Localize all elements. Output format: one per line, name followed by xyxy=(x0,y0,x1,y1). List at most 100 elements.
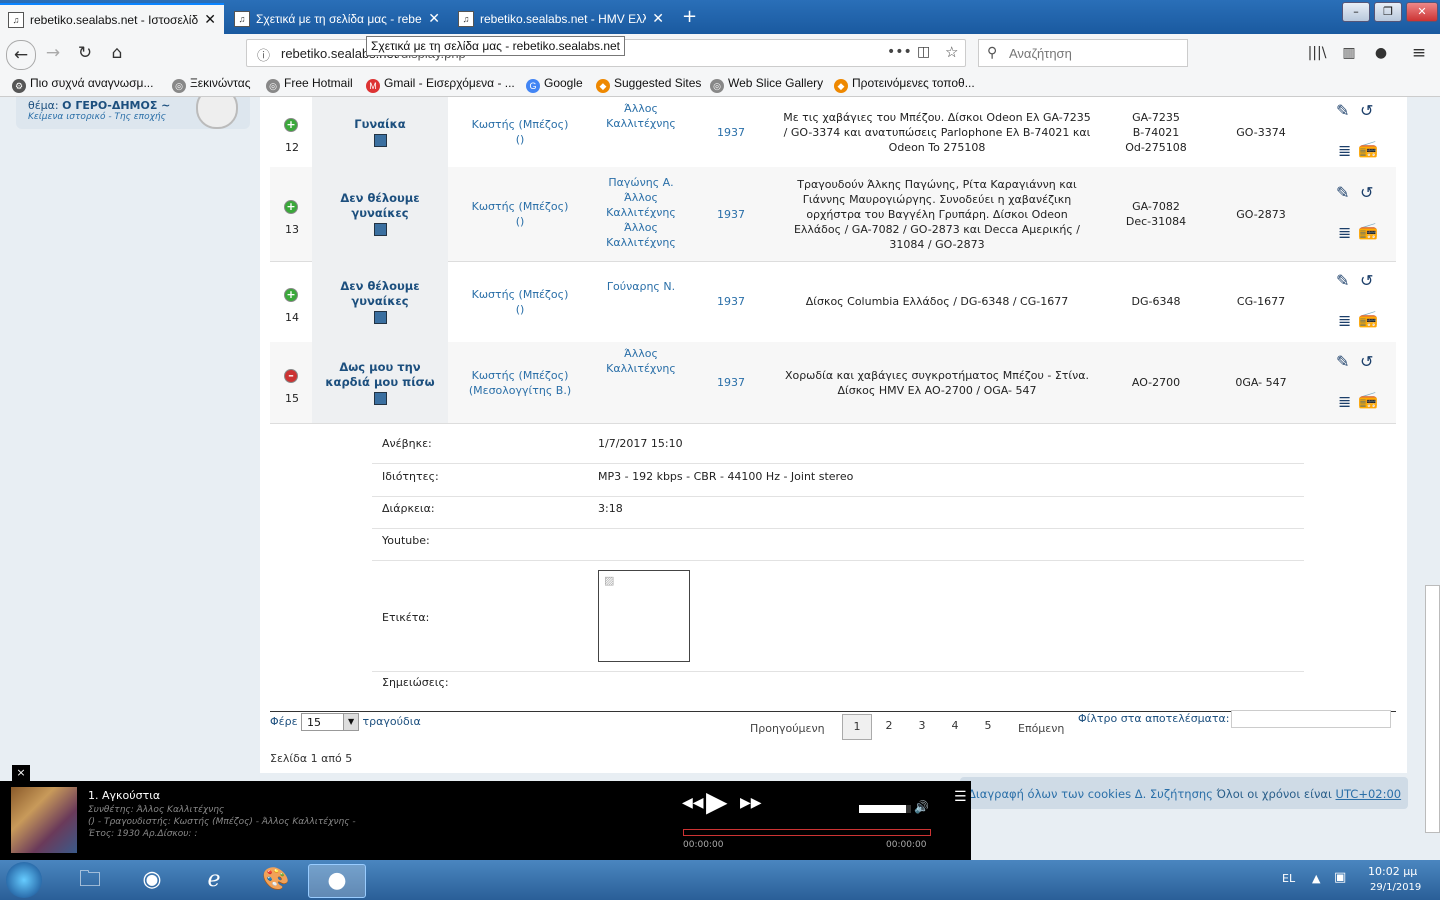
window-close-icon[interactable]: ✕ xyxy=(1406,2,1438,22)
explorer-icon[interactable]: 🗀 xyxy=(68,864,112,896)
history-icon[interactable]: ↺ xyxy=(1360,101,1373,120)
composer-link[interactable]: Γούναρης Ν. xyxy=(586,279,696,294)
add-to-playlist-icon[interactable]: + xyxy=(284,118,298,132)
bookmark-suggested-sites[interactable]: ◆ Suggested Sites xyxy=(596,76,701,93)
bookmark-star-icon[interactable]: ☆ xyxy=(945,43,958,61)
library-icon[interactable]: |||\ xyxy=(1306,42,1328,64)
singer-link[interactable]: Κωστής (Μπέζος) () xyxy=(460,287,580,317)
save-disk-icon[interactable] xyxy=(374,223,388,236)
edit-icon[interactable]: ✎ xyxy=(1336,183,1349,202)
edit-icon[interactable]: ✎ xyxy=(1336,271,1349,290)
page-2-button[interactable]: 2 xyxy=(875,714,903,738)
save-disk-icon[interactable] xyxy=(374,391,388,405)
year-link[interactable]: 1937 xyxy=(702,207,760,222)
chrome-icon[interactable]: ◉ xyxy=(130,864,174,896)
network-icon[interactable]: ▣ xyxy=(1334,870,1346,885)
forward-icon[interactable]: ▶▶ xyxy=(740,795,762,811)
scrollbar-thumb[interactable] xyxy=(1425,585,1440,833)
progress-bar[interactable] xyxy=(683,829,931,836)
page-5-button[interactable]: 5 xyxy=(974,714,1002,738)
info-icon[interactable]: ⓘ xyxy=(257,45,270,64)
edit-icon[interactable]: ✎ xyxy=(1336,352,1349,371)
play-icon[interactable]: ▶ xyxy=(706,785,728,818)
sidebar-theme[interactable]: θέμα: Ο ΓΕΡΟ-ΔΗΜΟΣ ~ xyxy=(28,99,170,112)
playlist-icon[interactable]: ☰ xyxy=(954,789,967,805)
chevron-down-icon[interactable]: ▼ xyxy=(343,714,359,730)
history-icon[interactable]: ↺ xyxy=(1360,183,1373,202)
sidebar-toggle-icon[interactable]: ▥ xyxy=(1338,42,1360,64)
radio-icon[interactable]: 📻 xyxy=(1358,221,1378,240)
year-link[interactable]: 1937 xyxy=(702,375,760,390)
minimize-icon[interactable]: – xyxy=(1342,2,1370,22)
clock-date[interactable]: 29/1/2019 xyxy=(1370,882,1421,893)
bookmark-gmail[interactable]: M Gmail - Εισερχόμενα - ... xyxy=(366,76,515,93)
bookmark-most-visited[interactable]: ⚙ Πιο συχνά αναγνωσμ... xyxy=(12,76,153,93)
list-icon[interactable]: ≣ xyxy=(1338,392,1351,411)
language-indicator[interactable]: EL xyxy=(1282,872,1295,885)
volume-slider[interactable] xyxy=(859,805,911,813)
new-tab-icon[interactable]: + xyxy=(682,6,697,27)
tab-3[interactable]: ♫ rebetiko.sealabs.net - HMV Ελλ ✕ xyxy=(450,3,672,34)
firefox-icon[interactable]: ● xyxy=(308,864,366,898)
year-link[interactable]: 1937 xyxy=(702,125,760,140)
year-link[interactable]: 1937 xyxy=(702,294,760,309)
close-tab-icon[interactable]: ✕ xyxy=(204,11,216,28)
page-1-button[interactable]: 1 xyxy=(842,714,872,740)
song-title-link[interactable]: Γυναίκα xyxy=(312,117,448,132)
filter-input[interactable] xyxy=(1231,710,1391,728)
forward-icon[interactable]: → xyxy=(42,42,64,64)
composer-link[interactable]: Παγώνης Α. Άλλος Καλλιτέχνης Άλλος Καλλι… xyxy=(586,175,696,250)
ie-icon[interactable]: ℯ xyxy=(192,864,236,896)
paint-icon[interactable]: 🎨 xyxy=(254,864,298,896)
reload-icon[interactable]: ↻ xyxy=(74,42,96,64)
radio-icon[interactable]: 📻 xyxy=(1358,390,1378,409)
page-4-button[interactable]: 4 xyxy=(941,714,969,738)
history-icon[interactable]: ↺ xyxy=(1360,352,1373,371)
label-image[interactable]: ▨ xyxy=(598,570,690,662)
forum-link[interactable]: Δ. Συζήτησης xyxy=(1135,787,1213,801)
start-button[interactable] xyxy=(6,862,42,898)
list-icon[interactable]: ≣ xyxy=(1338,311,1351,330)
per-page-select[interactable]: 15 ▼ xyxy=(301,713,360,731)
tab-2[interactable]: ♫ Σχετικά με τη σελίδα μας - rebe ✕ xyxy=(226,3,448,34)
speaker-icon[interactable]: 🔊 xyxy=(914,800,929,814)
composer-link[interactable]: Άλλος Καλλιτέχνης xyxy=(586,101,696,131)
composer-link[interactable]: Άλλος Καλλιτέχνης xyxy=(586,346,696,376)
close-tab-icon[interactable]: ✕ xyxy=(652,10,664,27)
song-title-link[interactable]: Δεν θέλουμε γυναίκες xyxy=(312,279,448,309)
page-3-button[interactable]: 3 xyxy=(908,714,936,738)
back-icon[interactable]: ← xyxy=(6,40,36,70)
singer-link[interactable]: Κωστής (Μπέζος) () xyxy=(460,117,580,147)
restore-icon[interactable]: ❐ xyxy=(1374,2,1402,22)
singer-link[interactable]: Κωστής (Μπέζος) () xyxy=(460,199,580,229)
list-icon[interactable]: ≣ xyxy=(1338,223,1351,242)
home-icon[interactable]: ⌂ xyxy=(106,42,128,64)
close-tab-icon[interactable]: ✕ xyxy=(428,10,440,27)
timezone-link[interactable]: UTC+02:00 xyxy=(1336,787,1402,801)
save-disk-icon[interactable] xyxy=(374,133,388,147)
remove-from-playlist-icon[interactable]: – xyxy=(284,368,298,383)
history-icon[interactable]: ↺ xyxy=(1360,271,1373,290)
bookmark-google[interactable]: G Google xyxy=(526,76,583,93)
list-icon[interactable]: ≣ xyxy=(1338,141,1351,160)
search-bar[interactable]: ⚲ Αναζήτηση xyxy=(978,39,1188,67)
bookmark-hotmail[interactable]: ◎ Free Hotmail xyxy=(266,76,353,93)
bookmark-web-slice[interactable]: ◎ Web Slice Gallery xyxy=(710,76,823,93)
add-to-playlist-icon[interactable]: + xyxy=(284,287,298,302)
prev-page-link[interactable]: Προηγούμενη xyxy=(750,722,825,735)
extension-icon[interactable]: ● xyxy=(1370,42,1392,64)
delete-cookies-link[interactable]: Διαγραφή όλων των cookies xyxy=(968,787,1131,801)
radio-icon[interactable]: 📻 xyxy=(1358,139,1378,158)
pocket-icon[interactable]: ◫ xyxy=(917,44,930,60)
tray-arrow-icon[interactable]: ▲ xyxy=(1312,872,1320,885)
bookmark-recommended[interactable]: ◆ Προτεινόμενες τοποθ... xyxy=(834,76,975,93)
clock-time[interactable]: 10:02 μμ xyxy=(1368,865,1417,878)
next-page-link[interactable]: Επόμενη xyxy=(1018,722,1064,735)
page-actions-icon[interactable]: ••• xyxy=(887,44,912,60)
menu-icon[interactable]: ≡ xyxy=(1408,42,1430,64)
radio-icon[interactable]: 📻 xyxy=(1358,309,1378,328)
edit-icon[interactable]: ✎ xyxy=(1336,101,1349,120)
add-to-playlist-icon[interactable]: + xyxy=(284,200,298,214)
singer-link[interactable]: Κωστής (Μπέζος) (Μεσολογγίτης Β.) xyxy=(460,368,580,398)
sidebar-theme-sub[interactable]: Κείμενα ιστορικό - Της εποχής xyxy=(28,112,166,122)
